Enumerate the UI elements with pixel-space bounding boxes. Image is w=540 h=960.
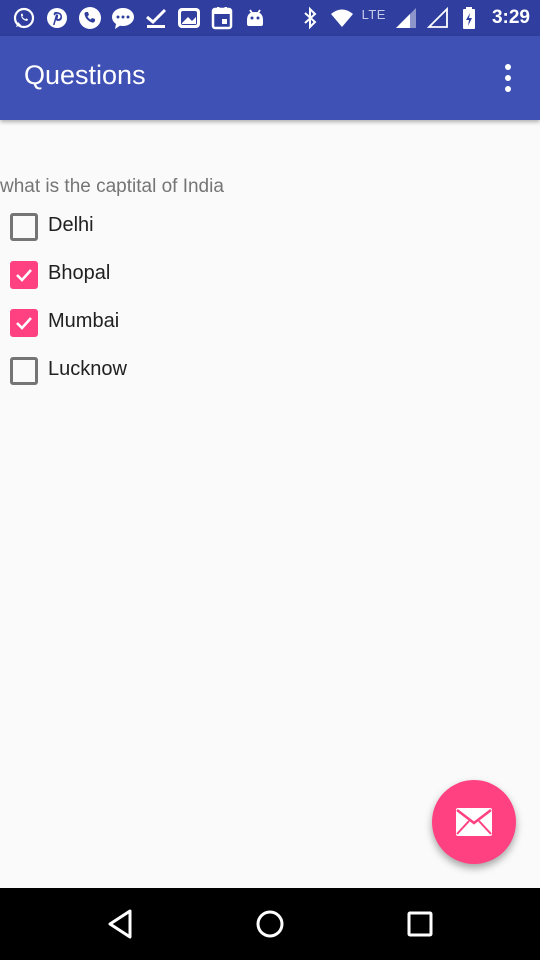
option-label: Mumbai — [48, 310, 120, 332]
network-type: LTE — [361, 6, 386, 22]
battery-icon — [458, 6, 482, 30]
phone-icon — [78, 6, 102, 30]
messenger-icon — [111, 6, 135, 30]
option-mumbai[interactable]: Mumbai — [0, 298, 540, 346]
check-icon — [16, 317, 32, 330]
app-bar: Questions — [0, 36, 540, 120]
system-status-icons: LTE 3:29 — [298, 5, 530, 31]
status-bar: LTE 3:29 — [0, 0, 540, 36]
navigation-bar — [0, 888, 540, 960]
options-list: Delhi Bhopal Mumbai Lucknow — [0, 202, 540, 394]
option-label: Lucknow — [48, 358, 127, 380]
email-icon — [456, 808, 492, 836]
option-lucknow[interactable]: Lucknow — [0, 346, 540, 394]
send-email-fab[interactable] — [432, 780, 516, 864]
home-icon[interactable] — [252, 906, 288, 942]
calendar-icon — [210, 6, 234, 30]
signal-empty-icon — [426, 6, 450, 30]
status-time: 3:29 — [491, 7, 530, 28]
checkbox-delhi[interactable] — [10, 213, 38, 241]
notification-icons — [12, 5, 267, 31]
checkbox-mumbai[interactable] — [10, 309, 38, 337]
check-icon — [144, 6, 168, 30]
wifi-icon — [330, 6, 354, 30]
checkbox-bhopal[interactable] — [10, 261, 38, 289]
check-icon — [16, 269, 32, 282]
question-text: what is the captital of India — [0, 176, 224, 197]
android-icon — [243, 6, 267, 30]
whatsapp-icon — [12, 6, 36, 30]
bluetooth-icon — [298, 6, 322, 30]
more-vert-icon[interactable] — [494, 60, 522, 96]
image-icon — [177, 6, 201, 30]
pinterest-icon — [45, 6, 69, 30]
recents-icon[interactable] — [402, 906, 438, 942]
app-title: Questions — [24, 60, 146, 90]
checkbox-lucknow[interactable] — [10, 357, 38, 385]
option-label: Bhopal — [48, 262, 111, 284]
option-delhi[interactable]: Delhi — [0, 202, 540, 250]
option-label: Delhi — [48, 214, 94, 236]
signal-icon — [394, 6, 418, 30]
option-bhopal[interactable]: Bhopal — [0, 250, 540, 298]
back-icon[interactable] — [103, 906, 139, 942]
